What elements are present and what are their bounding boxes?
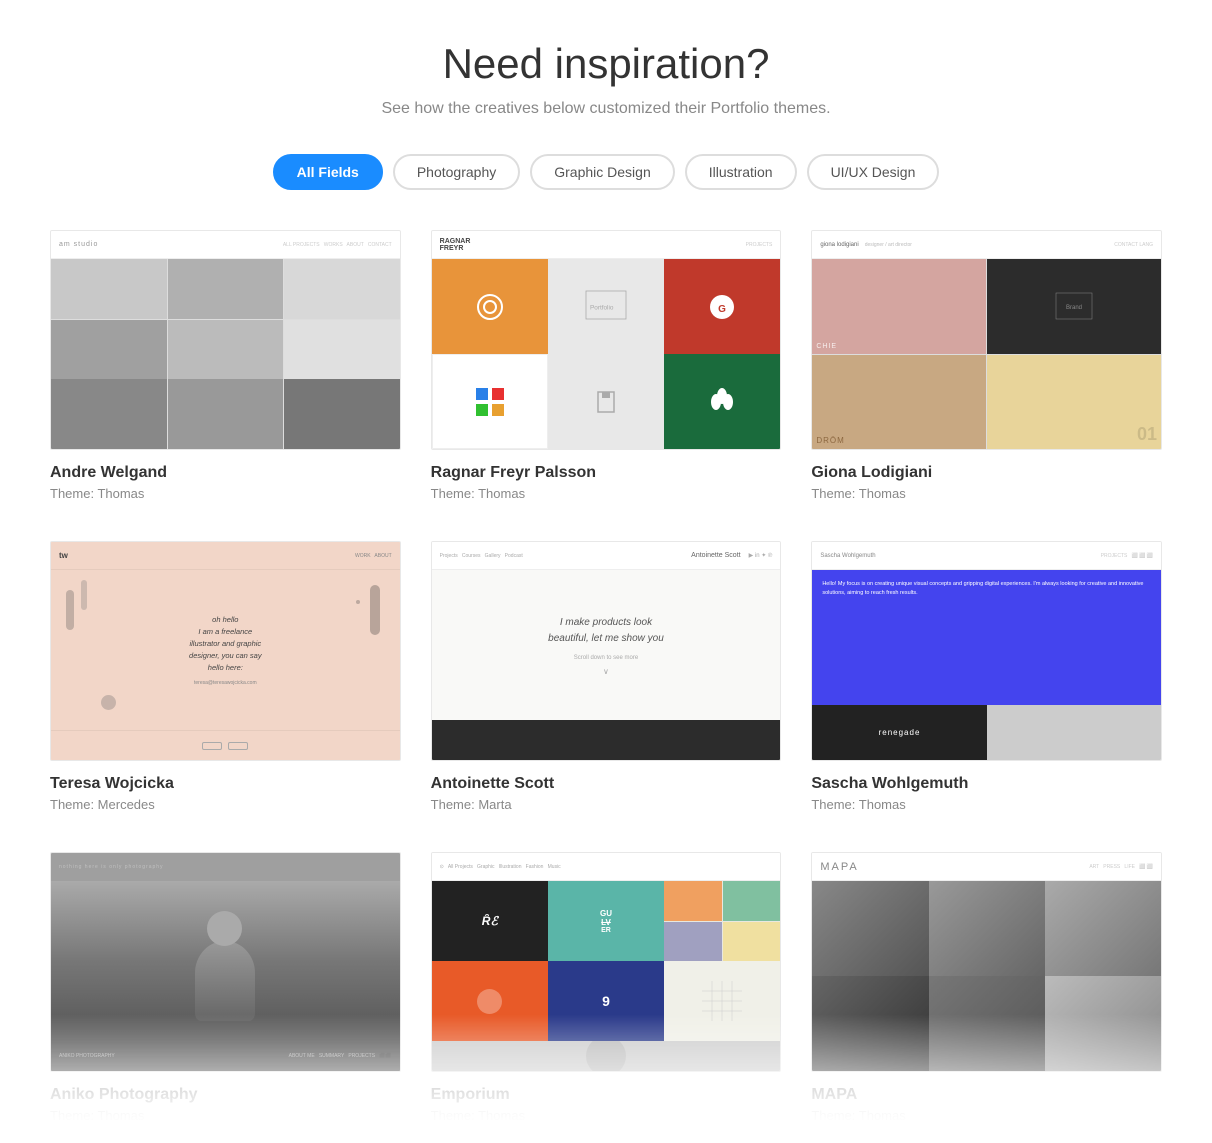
thumbnail-teresa[interactable]: tw WORK ABOUT oh hell (50, 541, 401, 761)
item-theme-mapa: Theme: Thomas (811, 1108, 1162, 1123)
page-container: Need inspiration? See how the creatives … (0, 0, 1212, 1143)
item-name-antoinette: Antoinette Scott (431, 775, 782, 793)
filter-photography[interactable]: Photography (393, 154, 520, 190)
gallery-item-ragnar: RAGNARFREYR PROJECTS Portfolio (431, 230, 782, 501)
item-theme-teresa: Theme: Mercedes (50, 797, 401, 812)
gallery-item-antoinette: Projects Courses Gallery Podcast Antoine… (431, 541, 782, 812)
svg-text:Portfolio: Portfolio (590, 304, 614, 311)
gallery-item-teresa: tw WORK ABOUT oh hell (50, 541, 401, 812)
thumbnail-sascha[interactable]: Sascha Wohlgemuth PROJECTS ⬜ ⬜ ⬜ Hello! … (811, 541, 1162, 761)
item-name-emporium: Emporium (431, 1086, 782, 1104)
svg-text:Brand: Brand (1066, 305, 1082, 311)
item-name-giona: Giona Lodigiani (811, 464, 1162, 482)
item-theme-aniko: Theme: Thomas (50, 1108, 401, 1123)
gallery-item-mapa: MAPA ART PRESS LIFE ⬜ ⬜ MAPA Theme: Thom… (811, 852, 1162, 1123)
item-theme-emporium: Theme: Thomas (431, 1108, 782, 1123)
item-name-andre: Andre Welgand (50, 464, 401, 482)
filter-uiux[interactable]: UI/UX Design (807, 154, 940, 190)
item-theme-andre: Theme: Thomas (50, 486, 401, 501)
page-title: Need inspiration? (50, 40, 1162, 88)
thumbnail-aniko[interactable]: nothing here is only photography (50, 852, 401, 1072)
filter-all[interactable]: All Fields (273, 154, 383, 190)
filter-tabs: All Fields Photography Graphic Design Il… (50, 154, 1162, 190)
item-theme-ragnar: Theme: Thomas (431, 486, 782, 501)
item-name-sascha: Sascha Wohlgemuth (811, 775, 1162, 793)
item-theme-giona: Theme: Thomas (811, 486, 1162, 501)
teresa-nav: WORK ABOUT (355, 553, 392, 559)
filter-graphic-design[interactable]: Graphic Design (530, 154, 675, 190)
item-name-ragnar: Ragnar Freyr Palsson (431, 464, 782, 482)
gallery-item-emporium: ⊙ All Projects Graphic Illustration Fash… (431, 852, 782, 1123)
page-header: Need inspiration? See how the creatives … (50, 40, 1162, 118)
item-theme-sascha: Theme: Thomas (811, 797, 1162, 812)
gallery-grid: am studio ALL PROJECTS WORKS ABOUT CONTA… (50, 230, 1162, 1123)
item-name-mapa: MAPA (811, 1086, 1162, 1104)
thumbnail-andre[interactable]: am studio ALL PROJECTS WORKS ABOUT CONTA… (50, 230, 401, 450)
item-name-aniko: Aniko Photography (50, 1086, 401, 1104)
gallery-item-aniko: nothing here is only photography (50, 852, 401, 1123)
thumbnail-mapa[interactable]: MAPA ART PRESS LIFE ⬜ ⬜ (811, 852, 1162, 1072)
thumbnail-ragnar[interactable]: RAGNARFREYR PROJECTS Portfolio (431, 230, 782, 450)
item-theme-antoinette: Theme: Marta (431, 797, 782, 812)
gallery-item-sascha: Sascha Wohlgemuth PROJECTS ⬜ ⬜ ⬜ Hello! … (811, 541, 1162, 812)
thumbnail-antoinette[interactable]: Projects Courses Gallery Podcast Antoine… (431, 541, 782, 761)
gallery-item-giona: giona lodigiani designer / art director … (811, 230, 1162, 501)
thumbnail-giona[interactable]: giona lodigiani designer / art director … (811, 230, 1162, 450)
svg-text:G: G (718, 304, 726, 315)
teresa-logo: tw (59, 551, 68, 560)
item-name-teresa: Teresa Wojcicka (50, 775, 401, 793)
page-subtitle: See how the creatives below customized t… (50, 100, 1162, 118)
thumbnail-emporium[interactable]: ⊙ All Projects Graphic Illustration Fash… (431, 852, 782, 1072)
gallery-item-andre: am studio ALL PROJECTS WORKS ABOUT CONTA… (50, 230, 401, 501)
filter-illustration[interactable]: Illustration (685, 154, 797, 190)
